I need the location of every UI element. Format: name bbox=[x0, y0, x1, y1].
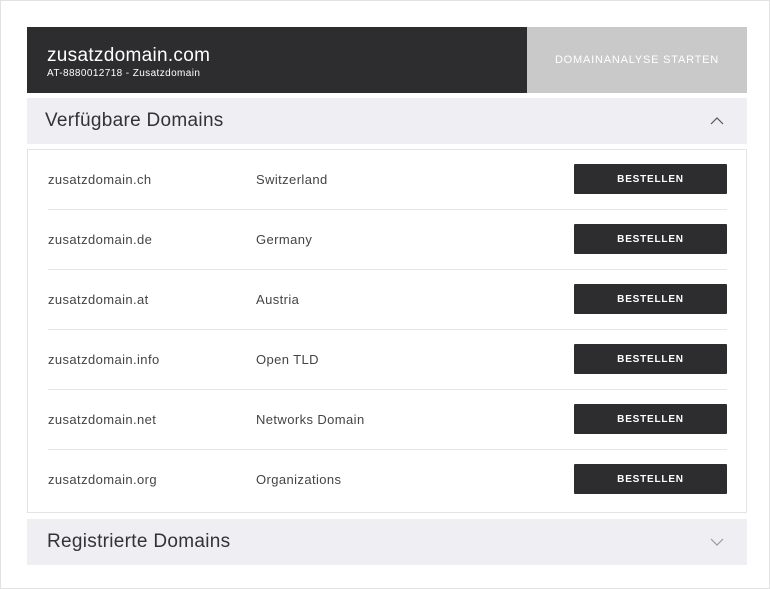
registered-domains-title: Registrierte Domains bbox=[47, 531, 231, 552]
domain-row: zusatzdomain.net Networks Domain BESTELL… bbox=[48, 390, 727, 450]
available-domains-list: zusatzdomain.ch Switzerland BESTELLEN zu… bbox=[27, 149, 747, 513]
domain-name: zusatzdomain.de bbox=[48, 232, 153, 247]
domain-subtitle: AT-8880012718 - Zusatzdomain bbox=[47, 68, 201, 79]
order-button[interactable]: BESTELLEN bbox=[574, 164, 727, 194]
start-domain-analysis-button[interactable]: DOMAINANALYSE STARTEN bbox=[527, 27, 747, 93]
order-button[interactable]: BESTELLEN bbox=[574, 344, 727, 374]
available-domains-title: Verfügbare Domains bbox=[45, 110, 224, 131]
chevron-up-icon[interactable] bbox=[709, 113, 725, 129]
domain-region: Austria bbox=[256, 292, 300, 307]
domain-name: zusatzdomain.ch bbox=[48, 172, 152, 187]
order-button[interactable]: BESTELLEN bbox=[574, 464, 727, 494]
available-domains-accordion-header[interactable]: Verfügbare Domains bbox=[27, 98, 747, 144]
order-button[interactable]: BESTELLEN bbox=[574, 224, 727, 254]
registered-domains-accordion-header[interactable]: Registrierte Domains bbox=[27, 519, 747, 565]
domain-region: Networks Domain bbox=[256, 412, 365, 427]
domain-row: zusatzdomain.at Austria BESTELLEN bbox=[48, 270, 727, 330]
domain-row: zusatzdomain.ch Switzerland BESTELLEN bbox=[48, 150, 727, 210]
domain-region: Open TLD bbox=[256, 352, 319, 367]
domain-name: zusatzdomain.org bbox=[48, 472, 158, 487]
domain-region: Germany bbox=[256, 232, 313, 247]
domain-title: zusatzdomain.com bbox=[47, 45, 211, 66]
domain-header: zusatzdomain.com AT-8880012718 - Zusatzd… bbox=[27, 27, 747, 93]
domain-row: zusatzdomain.info Open TLD BESTELLEN bbox=[48, 330, 727, 390]
domain-info: zusatzdomain.com AT-8880012718 - Zusatzd… bbox=[27, 27, 527, 93]
domain-name: zusatzdomain.net bbox=[48, 412, 157, 427]
chevron-down-icon[interactable] bbox=[709, 534, 725, 550]
domain-region: Switzerland bbox=[256, 172, 328, 187]
order-button[interactable]: BESTELLEN bbox=[574, 404, 727, 434]
domain-name: zusatzdomain.at bbox=[48, 292, 149, 307]
order-button[interactable]: BESTELLEN bbox=[574, 284, 727, 314]
domain-row: zusatzdomain.de Germany BESTELLEN bbox=[48, 210, 727, 270]
domain-name: zusatzdomain.info bbox=[48, 352, 160, 367]
domain-row: zusatzdomain.org Organizations BESTELLEN bbox=[48, 450, 727, 510]
domain-card: zusatzdomain.com AT-8880012718 - Zusatzd… bbox=[0, 0, 770, 589]
domain-region: Organizations bbox=[256, 472, 342, 487]
